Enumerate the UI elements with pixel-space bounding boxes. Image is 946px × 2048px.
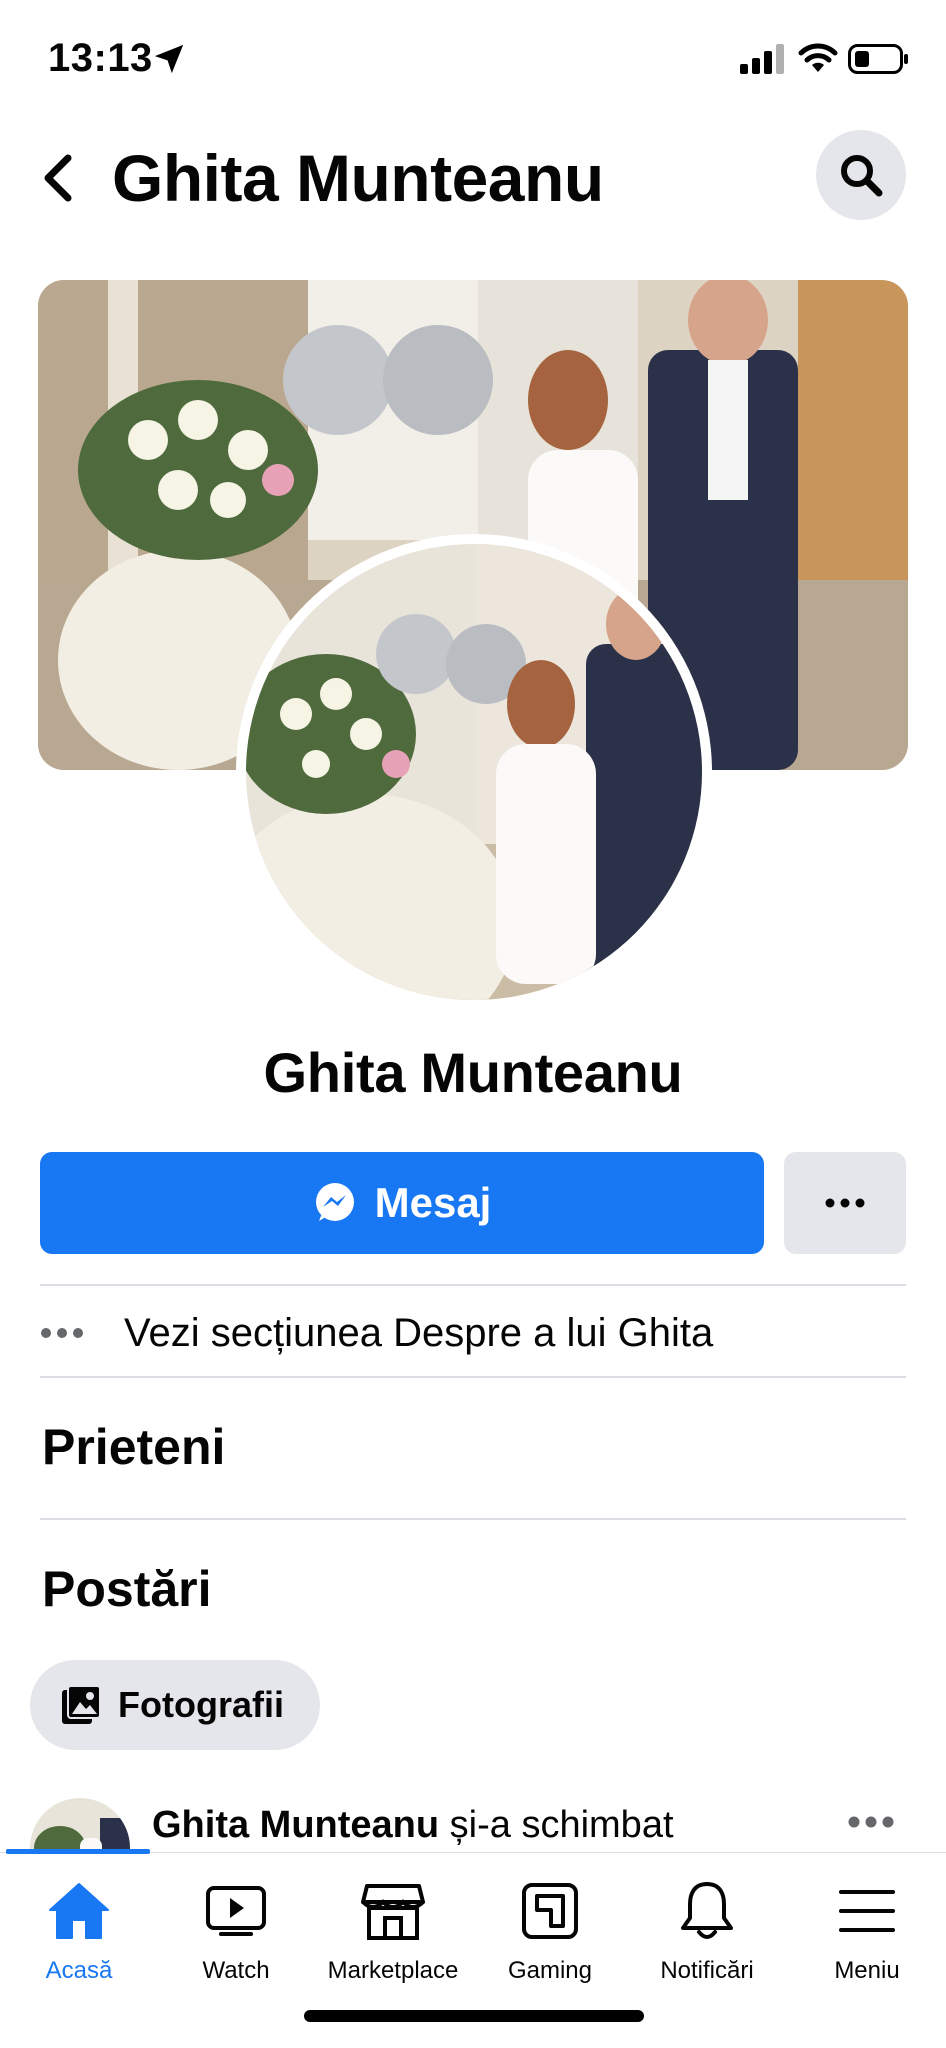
status-time: 13:13 <box>48 36 153 80</box>
profile-header: Ghita Munteanu <box>0 120 946 240</box>
divider <box>40 1284 906 1286</box>
marketplace-icon <box>361 1884 425 1940</box>
menu-icon <box>839 1890 895 1932</box>
divider <box>40 1518 906 1520</box>
post-action-text: și-a schimbat <box>439 1804 674 1846</box>
message-button[interactable]: Mesaj <box>40 1152 764 1254</box>
nav-menu-label: Meniu <box>834 1957 900 1984</box>
back-button[interactable] <box>36 150 80 206</box>
location-arrow-icon <box>154 44 184 74</box>
posts-section-title: Postări <box>42 1561 212 1617</box>
nav-marketplace[interactable]: Marketplace <box>314 1853 472 1993</box>
chevron-left-icon <box>44 154 72 202</box>
friends-section-title[interactable]: Prieteni <box>42 1418 225 1476</box>
nav-notifications[interactable]: Notificări <box>628 1853 786 1993</box>
nav-gaming-label: Gaming <box>507 1957 593 1984</box>
page-title: Ghita Munteanu <box>112 141 604 215</box>
gaming-icon <box>522 1883 578 1939</box>
nav-menu[interactable]: Meniu <box>788 1853 946 1993</box>
cellular-signal-icon <box>740 44 784 74</box>
post-headline: Ghita Munteanu și-a schimbat <box>152 1804 674 1847</box>
battery-icon <box>848 44 908 74</box>
watch-icon <box>206 1886 266 1936</box>
nav-marketplace-label: Marketplace <box>327 1957 459 1984</box>
nav-home-label: Acasă <box>45 1957 113 1984</box>
home-indicator[interactable] <box>304 2010 644 2022</box>
nav-watch[interactable]: Watch <box>157 1853 315 1993</box>
profile-avatar[interactable] <box>236 534 712 1010</box>
nav-notifications-label: Notificări <box>660 1957 754 1984</box>
wifi-icon <box>798 43 838 72</box>
post-more-icon[interactable] <box>846 1810 896 1834</box>
messenger-icon <box>315 1183 354 1221</box>
profile-avatar-image <box>246 544 702 1000</box>
search-icon <box>841 155 883 197</box>
search-button[interactable] <box>816 130 906 220</box>
photos-chip[interactable]: Fotografii <box>30 1660 320 1750</box>
photos-icon <box>62 1685 101 1724</box>
about-link[interactable]: Vezi secțiunea Despre a lui Ghita <box>40 1290 906 1376</box>
divider <box>40 1376 906 1378</box>
nav-gaming[interactable]: Gaming <box>471 1853 629 1993</box>
more-options-button[interactable] <box>784 1152 906 1254</box>
about-link-label: Vezi secțiunea Despre a lui Ghita <box>124 1310 714 1355</box>
more-horizontal-icon <box>825 1198 865 1208</box>
nav-watch-label: Watch <box>202 1957 270 1984</box>
profile-name: Ghita Munteanu <box>263 1041 683 1104</box>
home-icon <box>49 1883 109 1939</box>
message-button-label: Mesaj <box>374 1179 492 1226</box>
more-horizontal-icon <box>41 1328 83 1338</box>
nav-home[interactable]: Acasă <box>0 1853 158 1993</box>
post-author-name[interactable]: Ghita Munteanu <box>152 1804 439 1846</box>
post-preview[interactable]: Ghita Munteanu și-a schimbat <box>30 1798 910 1854</box>
status-bar: 13:13 <box>0 0 946 110</box>
bell-icon <box>681 1882 733 1939</box>
photos-chip-label: Fotografii <box>118 1684 284 1725</box>
post-author-avatar[interactable] <box>30 1798 130 1854</box>
